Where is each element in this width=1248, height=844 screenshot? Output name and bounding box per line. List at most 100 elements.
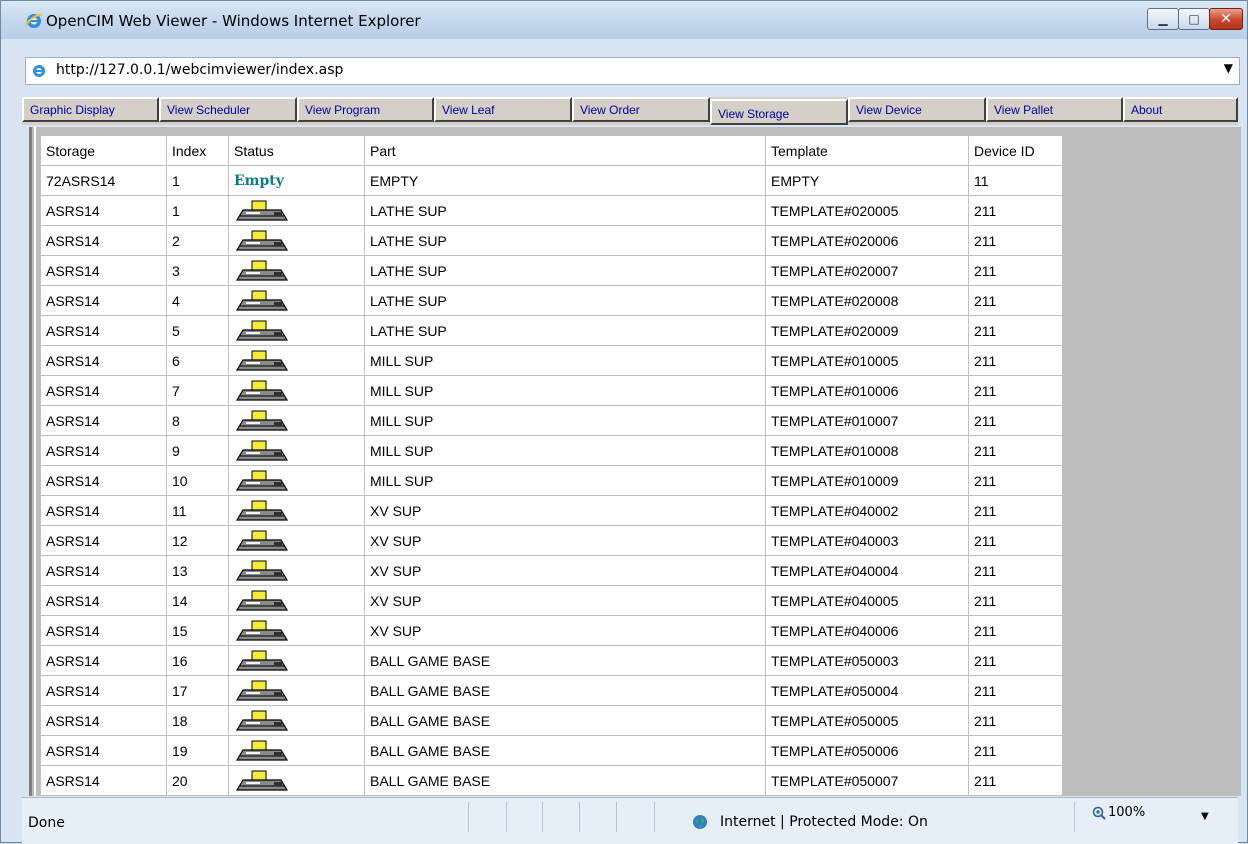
table-row[interactable]: ASRS14 7 MILL SUP TEMPLATE#010006 211	[40, 375, 1063, 406]
part-cell: MILL SUP	[364, 465, 766, 496]
pallet-icon	[234, 530, 290, 552]
status-empty-label: Empty	[234, 173, 284, 189]
storage-panel[interactable]: Storage Index Status Part Template Devic…	[29, 127, 1241, 796]
index-cell: 13	[166, 555, 229, 586]
table-row[interactable]: ASRS14 15 XV SUP TEMPLATE#040006 211	[40, 615, 1063, 646]
storage-cell: ASRS14	[40, 435, 167, 466]
storage-cell: ASRS14	[40, 375, 167, 406]
table-row[interactable]: ASRS14 1 LATHE SUP TEMPLATE#020005 211	[40, 195, 1063, 226]
status-cell	[228, 435, 365, 466]
security-zone-label[interactable]: Internet | Protected Mode: On	[720, 814, 928, 830]
table-row[interactable]: ASRS14 16 BALL GAME BASE TEMPLATE#050003 211	[40, 645, 1063, 676]
minimize-button[interactable]: ▁	[1147, 8, 1179, 30]
tab-graphic-display[interactable]: Graphic Display	[22, 97, 159, 122]
tab-view-leaf[interactable]: View Leaf	[434, 97, 572, 122]
pallet-icon	[234, 470, 290, 492]
table-row[interactable]: ASRS14 4 LATHE SUP TEMPLATE#020008 211	[40, 285, 1063, 316]
storage-cell: ASRS14	[40, 345, 167, 376]
column-header-template: Template	[765, 135, 969, 166]
table-row[interactable]: 72ASRS14 1 Empty EMPTY EMPTY 11	[40, 165, 1063, 196]
part-cell: XV SUP	[364, 495, 766, 526]
pallet-icon	[234, 500, 290, 522]
column-header-status: Status	[228, 135, 365, 166]
template-cell: TEMPLATE#010009	[765, 465, 969, 496]
status-divider	[542, 802, 543, 832]
table-row[interactable]: ASRS14 18 BALL GAME BASE TEMPLATE#050005 211	[40, 705, 1063, 736]
table-row[interactable]: ASRS14 5 LATHE SUP TEMPLATE#020009 211	[40, 315, 1063, 346]
internet-explorer-icon	[25, 13, 43, 28]
tab-view-storage[interactable]: View Storage	[710, 99, 848, 125]
status-cell: Empty	[228, 165, 365, 196]
url-text[interactable]: http://127.0.0.1/webcimviewer/index.asp	[56, 62, 343, 78]
table-row[interactable]: ASRS14 6 MILL SUP TEMPLATE#010005 211	[40, 345, 1063, 376]
part-cell: BALL GAME BASE	[364, 675, 766, 706]
close-button[interactable]: ✕	[1209, 8, 1243, 30]
index-cell: 1	[166, 195, 229, 226]
table-row[interactable]: ASRS14 19 BALL GAME BASE TEMPLATE#050006 211	[40, 735, 1063, 766]
table-row[interactable]: ASRS14 8 MILL SUP TEMPLATE#010007 211	[40, 405, 1063, 436]
part-cell: LATHE SUP	[364, 285, 766, 316]
pallet-icon	[234, 770, 290, 792]
column-header-index: Index	[166, 135, 229, 166]
column-header-storage: Storage	[40, 135, 167, 166]
index-cell: 7	[166, 375, 229, 406]
template-cell: TEMPLATE#040006	[765, 615, 969, 646]
storage-cell: ASRS14	[40, 675, 167, 706]
maximize-button[interactable]: □	[1178, 8, 1210, 30]
tab-view-pallet[interactable]: View Pallet	[986, 97, 1123, 122]
address-bar[interactable]: http://127.0.0.1/webcimviewer/index.asp …	[25, 57, 1240, 85]
template-cell: TEMPLATE#040002	[765, 495, 969, 526]
template-cell: TEMPLATE#010005	[765, 345, 969, 376]
index-cell: 9	[166, 435, 229, 466]
part-cell: BALL GAME BASE	[364, 765, 766, 796]
tab-view-scheduler[interactable]: View Scheduler	[159, 97, 297, 122]
table-row[interactable]: ASRS14 9 MILL SUP TEMPLATE#010008 211	[40, 435, 1063, 466]
index-cell: 5	[166, 315, 229, 346]
template-cell: TEMPLATE#050005	[765, 705, 969, 736]
part-cell: MILL SUP	[364, 405, 766, 436]
address-dropdown-icon[interactable]: ▼	[1224, 61, 1233, 75]
table-row[interactable]: ASRS14 12 XV SUP TEMPLATE#040003 211	[40, 525, 1063, 556]
part-cell: MILL SUP	[364, 345, 766, 376]
device-id-cell: 211	[968, 705, 1063, 736]
status-cell	[228, 525, 365, 556]
index-cell: 4	[166, 285, 229, 316]
table-row[interactable]: ASRS14 3 LATHE SUP TEMPLATE#020007 211	[40, 255, 1063, 286]
title-bar[interactable]: OpenCIM Web Viewer - Windows Internet Ex…	[1, 1, 1247, 39]
table-row[interactable]: ASRS14 10 MILL SUP TEMPLATE#010009 211	[40, 465, 1063, 496]
tab-about[interactable]: About	[1123, 97, 1238, 122]
tab-view-device[interactable]: View Device	[848, 97, 986, 122]
status-cell	[228, 285, 365, 316]
storage-cell: ASRS14	[40, 315, 167, 346]
table-row[interactable]: ASRS14 20 BALL GAME BASE TEMPLATE#050007 211	[40, 765, 1063, 796]
tab-bar: Graphic Display View Scheduler View Prog…	[22, 97, 1238, 125]
table-row[interactable]: ASRS14 17 BALL GAME BASE TEMPLATE#050004 211	[40, 675, 1063, 706]
tab-view-order[interactable]: View Order	[572, 97, 710, 122]
part-cell: XV SUP	[364, 525, 766, 556]
status-divider	[616, 802, 617, 832]
status-cell	[228, 465, 365, 496]
index-cell: 20	[166, 765, 229, 796]
zoom-level[interactable]: 100%	[1108, 805, 1145, 820]
storage-cell: ASRS14	[40, 705, 167, 736]
pallet-icon	[234, 380, 290, 402]
table-row[interactable]: ASRS14 2 LATHE SUP TEMPLATE#020006 211	[40, 225, 1063, 256]
status-divider	[506, 802, 507, 832]
status-divider	[468, 802, 469, 832]
table-row[interactable]: ASRS14 11 XV SUP TEMPLATE#040002 211	[40, 495, 1063, 526]
pallet-icon	[234, 560, 290, 582]
template-cell: TEMPLATE#010006	[765, 375, 969, 406]
status-divider	[654, 802, 655, 832]
table-body: 72ASRS14 1 Empty EMPTY EMPTY 11 ASRS14 1 LATHE S…	[40, 165, 1063, 796]
table-row[interactable]: ASRS14 14 XV SUP TEMPLATE#040005 211	[40, 585, 1063, 616]
device-id-cell: 211	[968, 555, 1063, 586]
pallet-icon	[234, 740, 290, 762]
tab-view-program[interactable]: View Program	[297, 97, 434, 122]
device-id-cell: 211	[968, 285, 1063, 316]
storage-cell: ASRS14	[40, 255, 167, 286]
pallet-icon	[234, 290, 290, 312]
table-row[interactable]: ASRS14 13 XV SUP TEMPLATE#040004 211	[40, 555, 1063, 586]
zoom-dropdown-icon[interactable]: ▼	[1201, 811, 1209, 822]
index-cell: 1	[166, 165, 229, 196]
pallet-icon	[234, 440, 290, 462]
